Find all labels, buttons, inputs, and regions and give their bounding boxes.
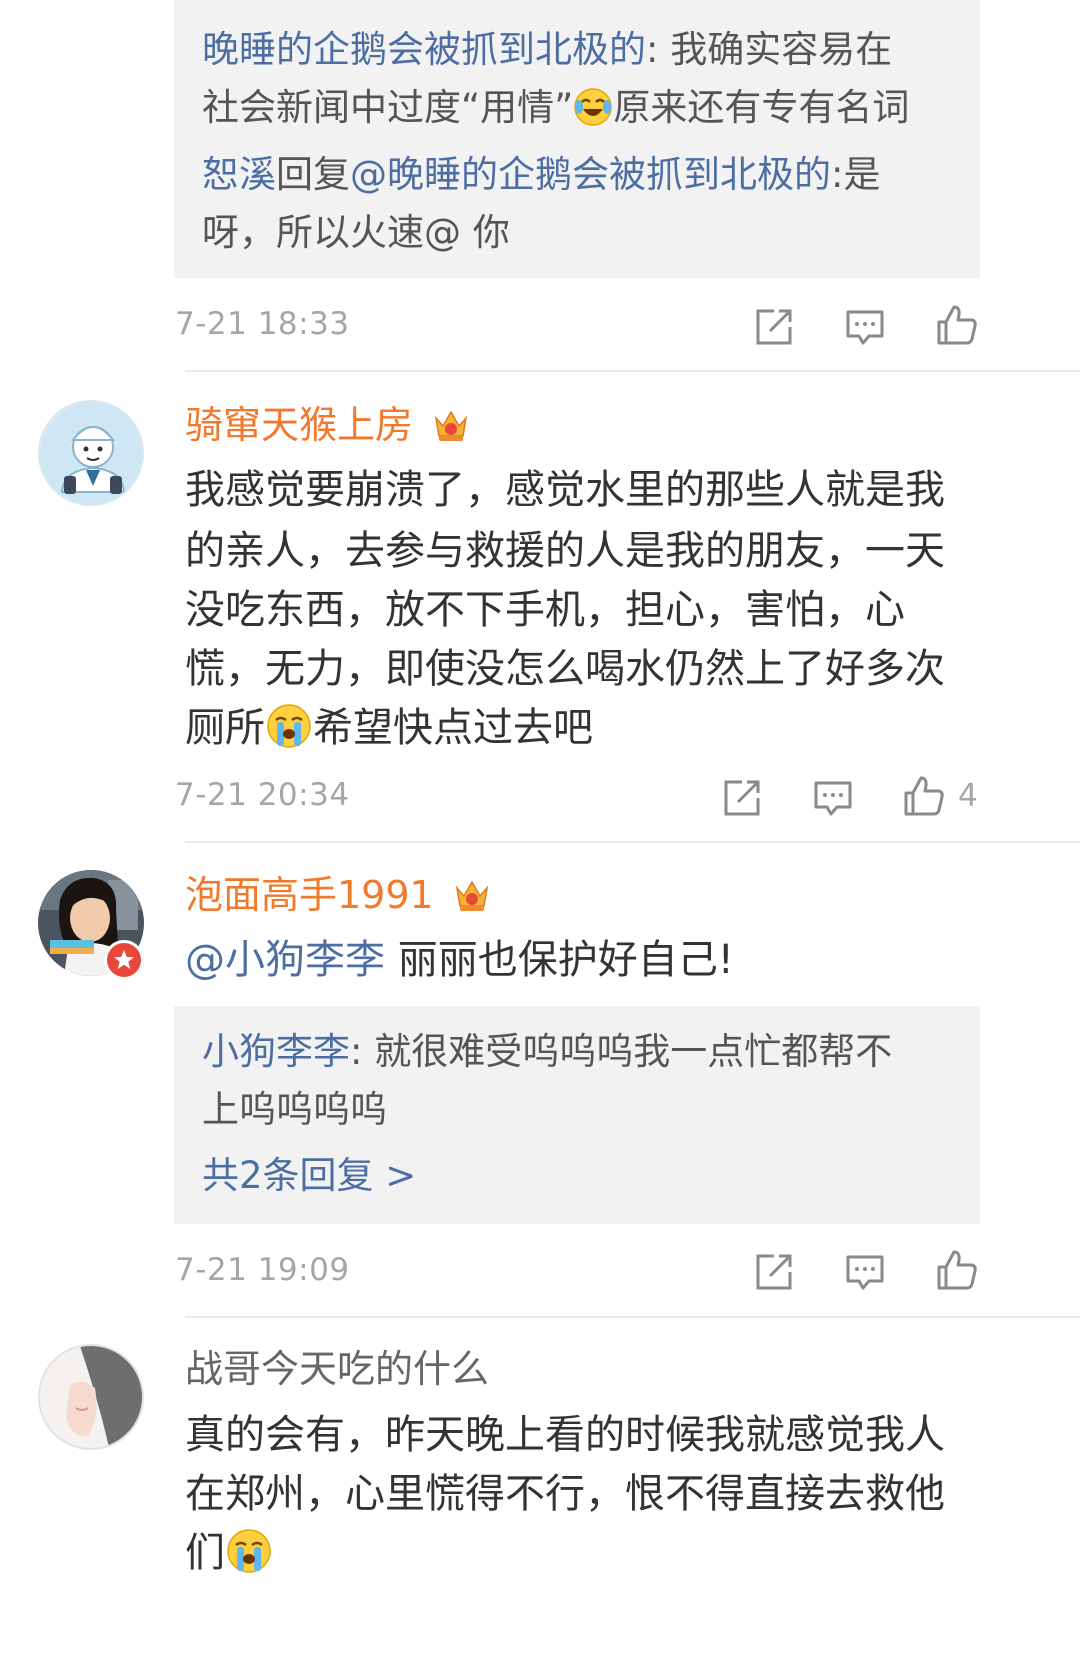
reply-text: 我确实容易在 xyxy=(670,28,893,71)
nested-reply-line2: 上呜呜呜呜 xyxy=(202,1080,387,1140)
verified-badge xyxy=(104,940,144,980)
crying-emoji xyxy=(225,1527,273,1594)
username-text[interactable]: 骑窜天猴上房 xyxy=(185,403,413,447)
comment-text: 希望快点过去吧 xyxy=(313,705,593,751)
comment-text-line: 我感觉要崩溃了，感觉水里的那些人就是我 xyxy=(185,467,945,513)
comment-divider xyxy=(185,1316,1080,1318)
reply-username[interactable]: 小狗李李 xyxy=(202,1030,350,1073)
reply-verb: 回复 xyxy=(276,153,350,196)
reply-username[interactable]: 晚睡的企鹅会被抓到北极的 xyxy=(202,28,646,71)
share-icon[interactable] xyxy=(752,1250,796,1294)
crying-emoji xyxy=(265,702,313,769)
comment-text-line: @小狗李李 丽丽也保护好自己! xyxy=(185,929,734,992)
thumbs-up-icon[interactable] xyxy=(902,774,946,818)
reply-separator: : xyxy=(350,1030,375,1073)
share-icon[interactable] xyxy=(752,305,796,349)
comment-username[interactable]: 骑窜天猴上房 xyxy=(185,400,471,456)
reply-text: 社会新闻中过度“用情” xyxy=(202,86,574,129)
reply-text: 上呜呜呜呜 xyxy=(202,1088,387,1131)
comment-icon[interactable] xyxy=(843,305,887,349)
comment-text-line: 真的会有，昨天晚上看的时候我就感觉我人 xyxy=(185,1412,945,1458)
comment-username[interactable]: 战哥今天吃的什么 xyxy=(185,1344,489,1394)
comment-text: 丽丽也保护好自己! xyxy=(385,937,734,983)
nested-reply-line2: 社会新闻中过度“用情” 原来还有专有名词 xyxy=(202,78,909,145)
comment-timestamp: 7-21 20:34 xyxy=(175,777,350,813)
reply-mention[interactable]: @晚睡的企鹅会被抓到北极的 xyxy=(350,153,831,196)
comment-divider xyxy=(185,841,1080,843)
username-text[interactable]: 泡面高手1991 xyxy=(185,873,434,917)
vip-crown-icon xyxy=(431,404,471,456)
vip-crown-icon xyxy=(452,874,492,926)
comment-text-line: 们 xyxy=(185,1522,273,1594)
reply-text: 呀，所以火速@ 你 xyxy=(202,211,510,254)
reply-text: :是 xyxy=(831,153,881,196)
comment-text-line: 没吃东西，放不下手机，担心，害怕，心 xyxy=(185,587,905,633)
comment-icon[interactable] xyxy=(811,776,855,820)
comment-text-line: 的亲人，去参与救援的人是我的朋友，一天 xyxy=(185,528,945,574)
comment-divider xyxy=(185,370,1080,372)
comment-timestamp: 7-21 18:33 xyxy=(175,306,350,342)
avatar[interactable] xyxy=(38,1344,144,1450)
comment-text-line: 在郑州，心里慌得不行，恨不得直接去救他 xyxy=(185,1471,945,1517)
comment-text-line: 厕所 希望快点过去吧 xyxy=(185,697,593,769)
comment-text-line: 慌，无力，即使没怎么喝水仍然上了好多次 xyxy=(185,646,945,692)
reply-username[interactable]: 恕溪 xyxy=(202,153,276,196)
thumbs-up-icon[interactable] xyxy=(935,1248,979,1292)
comment-timestamp: 7-21 19:09 xyxy=(175,1252,350,1288)
comment-icon[interactable] xyxy=(843,1250,887,1294)
laughing-crying-emoji xyxy=(573,85,613,145)
nested-reply: 晚睡的企鹅会被抓到北极的: 我确实容易在 xyxy=(202,20,892,80)
thumbs-up-icon[interactable] xyxy=(935,303,979,347)
avatar[interactable] xyxy=(38,400,144,506)
nested-reply: 恕溪回复@晚睡的企鹅会被抓到北极的:是 xyxy=(202,145,880,205)
comment-text: 们 xyxy=(185,1530,225,1576)
nested-reply-line2: 呀，所以火速@ 你 xyxy=(202,203,510,263)
mention-link[interactable]: @小狗李李 xyxy=(185,937,385,983)
reply-separator: : xyxy=(646,28,671,71)
nested-reply: 小狗李李: 就很难受呜呜呜我一点忙都帮不 xyxy=(202,1022,892,1082)
more-replies-link[interactable]: 共2条回复 > xyxy=(202,1146,416,1206)
reply-text: 原来还有专有名词 xyxy=(613,86,910,129)
reply-text: 就很难受呜呜呜我一点忙都帮不 xyxy=(374,1030,893,1073)
share-icon[interactable] xyxy=(720,776,764,820)
like-count: 4 xyxy=(958,778,978,814)
comment-text: 厕所 xyxy=(185,705,265,751)
comment-username[interactable]: 泡面高手1991 xyxy=(185,870,492,926)
